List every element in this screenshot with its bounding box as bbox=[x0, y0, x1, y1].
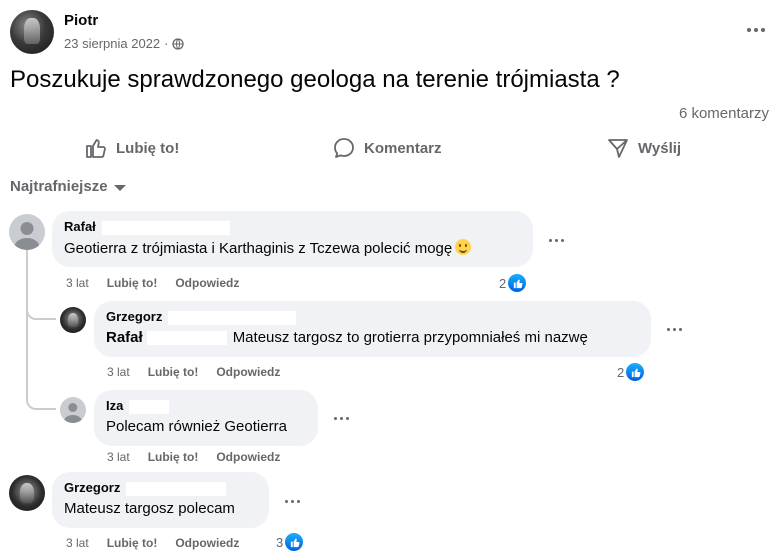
comment-time[interactable]: 3 lat bbox=[66, 276, 89, 290]
comment-bubble: Grzegorz Mateusz targosz polecam bbox=[52, 472, 269, 528]
dot-icon bbox=[754, 28, 758, 32]
dot-icon bbox=[296, 499, 300, 503]
redacted-name bbox=[168, 310, 297, 325]
comment-actions: 3 lat Lubię to! Odpowiedz bbox=[107, 450, 280, 464]
comment-more-options-button[interactable] bbox=[664, 322, 684, 336]
reaction-count[interactable]: 3 bbox=[276, 533, 304, 551]
comment-like-button[interactable]: Lubię to! bbox=[107, 276, 158, 290]
thread-line bbox=[26, 320, 28, 390]
like-reaction-icon bbox=[285, 533, 304, 551]
dot-icon bbox=[554, 238, 558, 242]
like-reaction-icon bbox=[626, 363, 645, 381]
comment-time[interactable]: 3 lat bbox=[107, 365, 130, 379]
dot-icon bbox=[339, 416, 343, 420]
comment-reply-button[interactable]: Odpowiedz bbox=[175, 536, 239, 550]
redacted-name bbox=[129, 399, 170, 414]
dot-icon bbox=[761, 28, 765, 32]
like-button[interactable]: Lubię to! bbox=[84, 136, 179, 160]
globe-icon bbox=[172, 37, 185, 50]
sort-label: Najtrafniejsze bbox=[10, 178, 108, 195]
comment-text: Mateusz targosz polecam bbox=[64, 499, 235, 517]
reaction-number: 2 bbox=[617, 364, 625, 380]
dot-icon bbox=[290, 499, 294, 503]
comment-time[interactable]: 3 lat bbox=[66, 536, 89, 550]
comment-bubble: Rafał Geotierra z trójmiasta i Karthagin… bbox=[52, 211, 533, 267]
author-avatar[interactable] bbox=[10, 10, 54, 54]
comment-actions: 3 lat Lubię to! Odpowiedz bbox=[107, 365, 280, 379]
comment-author[interactable]: Iza bbox=[106, 398, 306, 414]
comment-author[interactable]: Rafał bbox=[64, 219, 521, 235]
post-header: Piotr 23 sierpnia 2022 · bbox=[10, 10, 770, 56]
post-author-name[interactable]: Piotr bbox=[64, 12, 98, 29]
avatar[interactable] bbox=[9, 475, 45, 511]
like-reaction-icon bbox=[508, 274, 527, 292]
share-button-label: Wyślij bbox=[638, 139, 682, 157]
comment-text: Rafał Mateusz targosz to grotierra przypo… bbox=[106, 328, 588, 346]
post-text: Poszukuje sprawdzonego geologa na tereni… bbox=[10, 66, 620, 93]
send-icon bbox=[608, 139, 628, 158]
post-action-bar: Lubię to! Komentarz Wyślij bbox=[0, 128, 773, 172]
post-date[interactable]: 23 sierpnia 2022 bbox=[64, 36, 160, 51]
dot-icon bbox=[672, 327, 676, 331]
comment-like-button[interactable]: Lubię to! bbox=[148, 450, 199, 464]
comment-bubble: Grzegorz Rafał Mateusz targosz to grotier… bbox=[94, 301, 651, 357]
speech-bubble-icon bbox=[334, 138, 354, 158]
meta-separator: · bbox=[164, 36, 169, 51]
share-button[interactable]: Wyślij bbox=[606, 136, 681, 160]
mention-link[interactable]: Rafał bbox=[106, 329, 143, 346]
dot-icon bbox=[548, 238, 552, 242]
thumbs-up-icon bbox=[86, 139, 106, 158]
comment-button-label: Komentarz bbox=[364, 139, 442, 157]
comment-bubble: Iza Polecam również Geotierra bbox=[94, 390, 318, 446]
comment-actions: 3 lat Lubię to! Odpowiedz bbox=[66, 536, 239, 550]
comments-count-link[interactable]: 6 komentarzy bbox=[679, 105, 769, 122]
reaction-number: 3 bbox=[276, 534, 284, 550]
comment-more-options-button[interactable] bbox=[331, 411, 351, 425]
comment-time[interactable]: 3 lat bbox=[107, 450, 130, 464]
dot-icon bbox=[666, 327, 670, 331]
comment-more-options-button[interactable] bbox=[546, 233, 566, 247]
comment-reply-button[interactable]: Odpowiedz bbox=[175, 276, 239, 290]
redacted-name bbox=[146, 330, 227, 345]
dot-icon bbox=[678, 327, 682, 331]
smile-emoji-icon bbox=[455, 238, 472, 255]
post-meta: 23 sierpnia 2022 · bbox=[64, 36, 185, 51]
dot-icon bbox=[747, 28, 751, 32]
dot-icon bbox=[284, 499, 288, 503]
redacted-name bbox=[101, 220, 230, 235]
avatar[interactable] bbox=[9, 214, 45, 250]
comment-text: Polecam również Geotierra bbox=[106, 417, 287, 435]
redacted-name bbox=[126, 481, 227, 496]
comment-sort-dropdown[interactable]: Najtrafniejsze bbox=[10, 178, 126, 195]
comment-more-options-button[interactable] bbox=[282, 494, 302, 508]
comment-button[interactable]: Komentarz bbox=[332, 136, 442, 160]
reaction-number: 2 bbox=[499, 275, 507, 291]
reaction-count[interactable]: 2 bbox=[499, 274, 527, 292]
comment-actions: 3 lat Lubię to! Odpowiedz bbox=[66, 276, 239, 290]
dot-icon bbox=[560, 238, 564, 242]
chevron-down-icon bbox=[113, 184, 126, 191]
dot-icon bbox=[333, 416, 337, 420]
thread-connector bbox=[26, 390, 56, 410]
comment-author[interactable]: Grzegorz bbox=[106, 309, 639, 325]
dot-icon bbox=[345, 416, 349, 420]
comment-reply-button[interactable]: Odpowiedz bbox=[216, 450, 280, 464]
comment-text: Geotierra z trójmiasta i Karthaginis z T… bbox=[64, 238, 521, 257]
reaction-count[interactable]: 2 bbox=[617, 363, 645, 381]
comment-author[interactable]: Grzegorz bbox=[64, 480, 257, 496]
comment-like-button[interactable]: Lubię to! bbox=[107, 536, 158, 550]
post-more-options-button[interactable] bbox=[744, 20, 768, 40]
comment-reply-button[interactable]: Odpowiedz bbox=[216, 365, 280, 379]
avatar[interactable] bbox=[60, 307, 86, 333]
like-button-label: Lubię to! bbox=[116, 139, 180, 157]
comment-like-button[interactable]: Lubię to! bbox=[148, 365, 199, 379]
avatar[interactable] bbox=[60, 397, 86, 423]
thread-connector bbox=[26, 300, 56, 320]
